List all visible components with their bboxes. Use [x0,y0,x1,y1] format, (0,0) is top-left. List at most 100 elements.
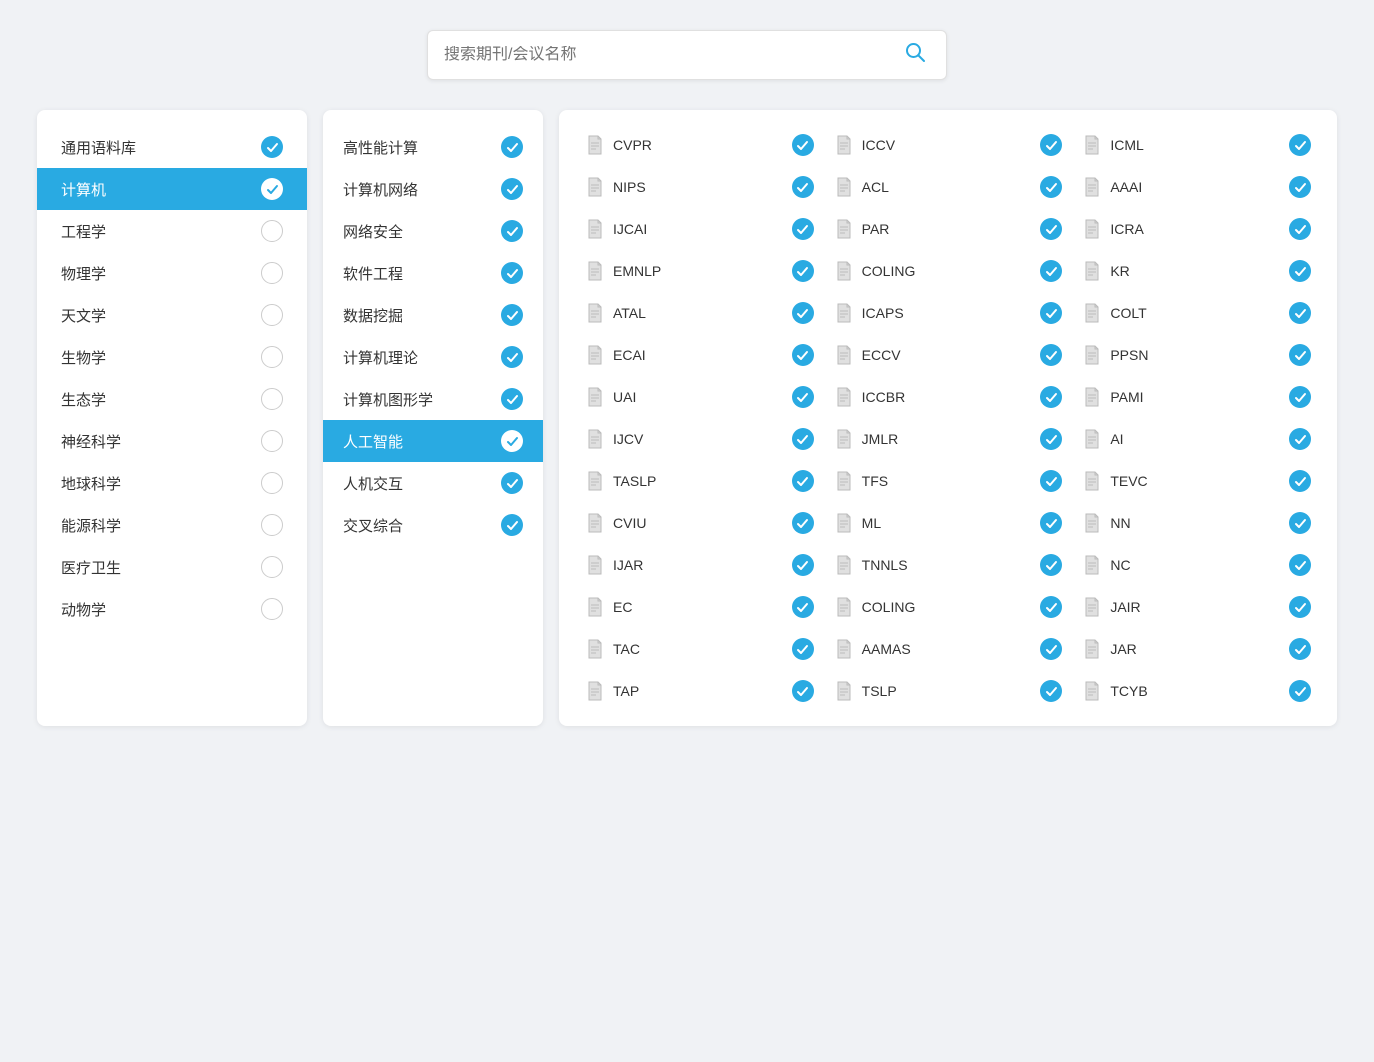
venue-item[interactable]: TAP [579,672,820,710]
category-item-gongcheng[interactable]: 工程学 [37,210,307,252]
venue-item[interactable]: JMLR [828,420,1069,458]
venue-item[interactable]: COLT [1076,294,1317,332]
venue-check-icon [792,386,814,408]
category-item-tongyon[interactable]: 通用语料库 [37,126,307,168]
venue-item[interactable]: JAIR [1076,588,1317,626]
subcategory-item-shujuwajue[interactable]: 数据挖掘 [323,294,543,336]
document-icon [834,344,854,366]
category-label: 计算机 [61,179,261,200]
category-check [261,598,283,620]
venue-name: ECCV [862,347,1033,363]
venue-item[interactable]: TNNLS [828,546,1069,584]
venue-item[interactable]: ACL [828,168,1069,206]
venue-item[interactable]: COLING [828,588,1069,626]
venue-check-icon [792,554,814,576]
category-item-nengyuan[interactable]: 能源科学 [37,504,307,546]
subcategory-check [501,514,523,536]
category-item-wuli[interactable]: 物理学 [37,252,307,294]
document-icon [834,218,854,240]
venue-item[interactable]: ICRA [1076,210,1317,248]
subcategory-item-jiaochazonghe[interactable]: 交叉综合 [323,504,543,546]
category-item-tianwen[interactable]: 天文学 [37,294,307,336]
category-check [261,262,283,284]
venue-check-icon [1040,344,1062,366]
subcategory-label: 高性能计算 [343,137,501,158]
subcategory-item-gaoxingneng[interactable]: 高性能计算 [323,126,543,168]
venue-check-icon [1040,428,1062,450]
subcategory-check [501,472,523,494]
search-button[interactable] [900,41,930,69]
venue-item[interactable]: CVIU [579,504,820,542]
venue-item[interactable]: PPSN [1076,336,1317,374]
venue-name: CVPR [613,137,784,153]
venue-check-icon [1040,218,1062,240]
subcategory-item-jisuanjiwangluo[interactable]: 计算机网络 [323,168,543,210]
subcategory-item-tuixingxue[interactable]: 计算机图形学 [323,378,543,420]
category-item-diqiu[interactable]: 地球科学 [37,462,307,504]
venue-item[interactable]: IJAR [579,546,820,584]
venue-name: TFS [862,473,1033,489]
subcategory-label: 交叉综合 [343,515,501,536]
subcategory-item-wangluoanquan[interactable]: 网络安全 [323,210,543,252]
venue-item[interactable]: UAI [579,378,820,416]
venue-check-icon [1040,134,1062,156]
venue-item[interactable]: COLING [828,252,1069,290]
venue-item[interactable]: ML [828,504,1069,542]
venue-check-icon [1040,638,1062,660]
venue-item[interactable]: ICCV [828,126,1069,164]
category-check [261,388,283,410]
venue-item[interactable]: TCYB [1076,672,1317,710]
search-input[interactable] [444,46,900,64]
venue-item[interactable]: AAMAS [828,630,1069,668]
category-item-shengtai[interactable]: 生态学 [37,378,307,420]
category-item-yiliao[interactable]: 医疗卫生 [37,546,307,588]
venue-name: IJCV [613,431,784,447]
venue-item[interactable]: ATAL [579,294,820,332]
venue-item[interactable]: PAMI [1076,378,1317,416]
venue-item[interactable]: TASLP [579,462,820,500]
document-icon [834,302,854,324]
venue-item[interactable]: JAR [1076,630,1317,668]
venue-item[interactable]: PAR [828,210,1069,248]
venue-item[interactable]: ICAPS [828,294,1069,332]
venue-item[interactable]: IJCV [579,420,820,458]
document-icon [585,428,605,450]
venue-name: TCYB [1110,683,1281,699]
category-item-shenjing[interactable]: 神经科学 [37,420,307,462]
document-icon [834,680,854,702]
venue-item[interactable]: TSLP [828,672,1069,710]
venue-item[interactable]: CVPR [579,126,820,164]
venue-item[interactable]: ICML [1076,126,1317,164]
category-item-dongwu[interactable]: 动物学 [37,588,307,630]
subcategory-item-jisuanjililun[interactable]: 计算机理论 [323,336,543,378]
subcategory-item-rengongzhineng[interactable]: 人工智能 [323,420,543,462]
venue-item[interactable]: KR [1076,252,1317,290]
venue-name: UAI [613,389,784,405]
venue-item[interactable]: EMNLP [579,252,820,290]
document-icon [585,134,605,156]
venue-name: JAR [1110,641,1281,657]
venue-item[interactable]: IJCAI [579,210,820,248]
venue-name: COLING [862,599,1033,615]
subcategory-item-ruanjiangongcheng[interactable]: 软件工程 [323,252,543,294]
venue-item[interactable]: AAAI [1076,168,1317,206]
subcategory-check [501,304,523,326]
venue-item[interactable]: NC [1076,546,1317,584]
venue-item[interactable]: ECCV [828,336,1069,374]
venue-check-icon [792,470,814,492]
venue-item[interactable]: TFS [828,462,1069,500]
venue-item[interactable]: NIPS [579,168,820,206]
venue-item[interactable]: NN [1076,504,1317,542]
venue-item[interactable]: TEVC [1076,462,1317,500]
venue-item[interactable]: ICCBR [828,378,1069,416]
category-item-jisuanji[interactable]: 计算机 [37,168,307,210]
venue-item[interactable]: AI [1076,420,1317,458]
category-item-shengwu[interactable]: 生物学 [37,336,307,378]
document-icon [585,176,605,198]
venue-item[interactable]: ECAI [579,336,820,374]
venue-name: ICML [1110,137,1281,153]
document-icon [585,302,605,324]
venue-item[interactable]: EC [579,588,820,626]
subcategory-item-renjijiaohui[interactable]: 人机交互 [323,462,543,504]
venue-item[interactable]: TAC [579,630,820,668]
